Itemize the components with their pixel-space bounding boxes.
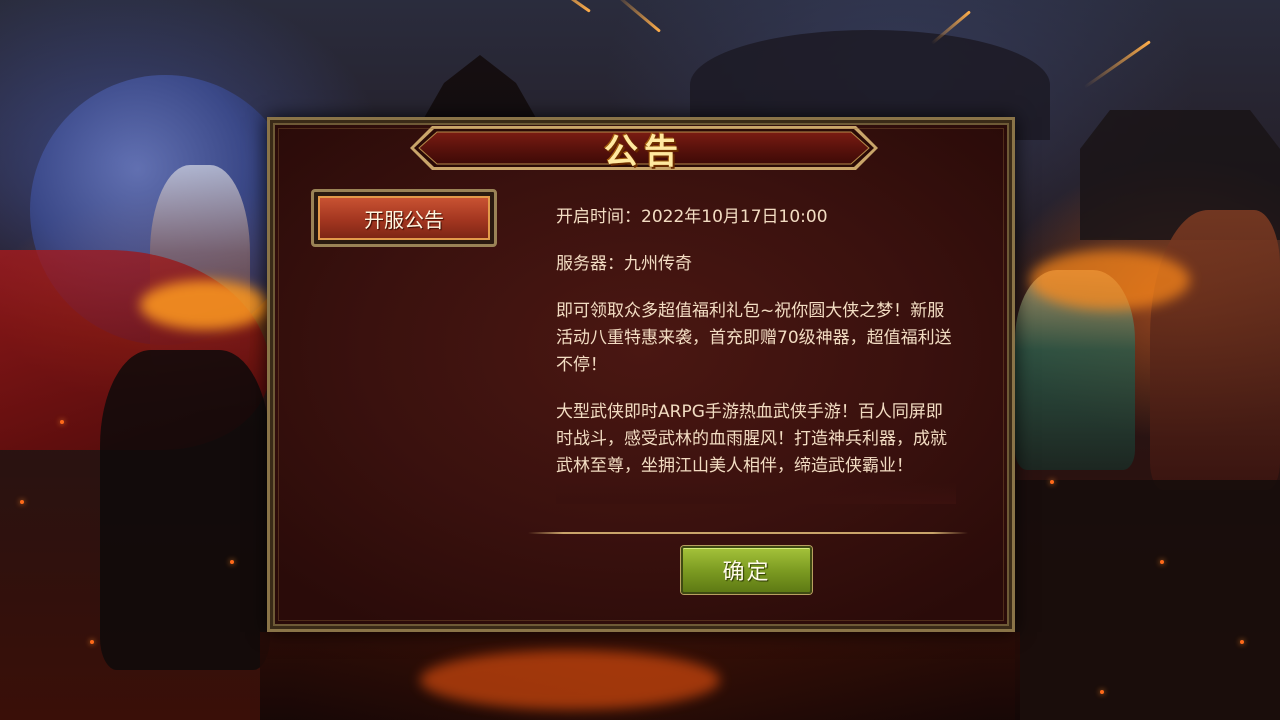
ember	[1160, 560, 1164, 564]
meteor-streak	[613, 0, 661, 33]
tab-server-announcement-label: 开服公告	[318, 196, 490, 240]
announcement-content[interactable]: 开启时间：2022年10月17日10:00 服务器：九州传奇 即可领取众多超值福…	[556, 204, 956, 504]
ember	[1240, 640, 1244, 644]
ember	[60, 420, 64, 424]
announcement-dialog: 公告 开服公告 开启时间：2022年10月17日10:00 服务器：九州传奇 即…	[267, 117, 1015, 632]
meteor-streak	[1083, 40, 1151, 89]
dialog-title: 公告	[604, 132, 684, 172]
meteor-streak	[531, 0, 591, 13]
ember	[90, 640, 94, 644]
fire-glow-left	[140, 280, 270, 330]
content-fade-overlay	[556, 482, 956, 504]
open-time-text: 开启时间：2022年10月17日10:00	[556, 207, 828, 227]
tab-server-announcement[interactable]: 开服公告	[311, 189, 497, 247]
ember	[20, 500, 24, 504]
beast-figure-art	[1150, 210, 1280, 490]
confirm-button[interactable]: 确定	[681, 546, 812, 594]
ember	[1050, 480, 1054, 484]
content-divider	[528, 532, 968, 534]
ember	[1100, 690, 1104, 694]
fire-glow-right	[1030, 250, 1190, 310]
fire-glow-bottom	[420, 650, 720, 710]
ember	[230, 560, 234, 564]
title-plate: 公告	[410, 122, 878, 174]
announcement-paragraph: 即可领取众多超值福利礼包~祝你圆大侠之梦！新服活动八重特惠来袭，首充即赠70级神…	[556, 301, 952, 375]
server-name-text: 服务器：九州传奇	[556, 254, 692, 274]
warrior-legs-art	[100, 350, 270, 670]
ground-rubble-art	[1015, 480, 1280, 720]
fortress-roof-art	[420, 55, 540, 125]
announcement-paragraph: 大型武侠即时ARPG手游热血武侠手游！百人同屏即时战斗，感受武林的血雨腥风！打造…	[556, 402, 947, 476]
